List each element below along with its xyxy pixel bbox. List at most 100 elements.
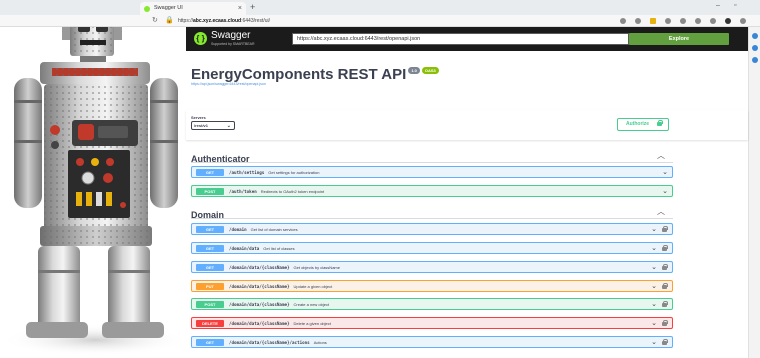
operation-summary: Create a new object bbox=[293, 302, 330, 307]
chevron-down-icon[interactable]: ⌄ bbox=[651, 318, 657, 329]
operation-summary: Redirects to OAuth2 token endpoint bbox=[260, 189, 325, 194]
operation-get-domain-data-class[interactable]: GET /domain/data/{className} Get objects … bbox=[191, 261, 673, 273]
operation-path-text: /auth/token bbox=[229, 189, 257, 194]
method-badge: GET bbox=[196, 226, 224, 233]
operation-summary: Get objects by className bbox=[293, 265, 340, 270]
collections-icon[interactable] bbox=[710, 18, 716, 24]
lock-icon[interactable] bbox=[662, 320, 668, 326]
operation-post-domain-data-class[interactable]: POST /domain/data/{className} Create a ne… bbox=[191, 298, 673, 310]
robot-photo bbox=[0, 0, 186, 358]
refresh-icon[interactable]: ↻ bbox=[152, 16, 158, 24]
operation-summary: Get settings for authorization bbox=[268, 170, 320, 175]
operation-delete-domain-data-class[interactable]: DELETE /domain/data/{className} Delete a … bbox=[191, 317, 673, 329]
swagger-favicon-icon bbox=[144, 5, 150, 12]
translate-icon[interactable] bbox=[635, 18, 641, 24]
url-prefix: https:// bbox=[178, 18, 194, 24]
chevron-down-icon[interactable]: ⌄ bbox=[662, 186, 668, 197]
operation-put-domain-data-class[interactable]: PUT /domain/data/{className} Update a giv… bbox=[191, 280, 673, 292]
operation-path-text: /domain/data/{className} bbox=[229, 321, 290, 326]
operation-get-domain-data[interactable]: GET /domain/data Get list of classes ⌄ bbox=[191, 242, 673, 254]
group-title: Authenticator bbox=[191, 154, 250, 164]
scheme-container: Servers /rest/v1 ⌄ Authorize bbox=[186, 110, 748, 140]
chevron-down-icon[interactable]: ⌄ bbox=[651, 243, 657, 254]
servers-label: Servers bbox=[191, 115, 206, 120]
operation-path: /domain/data Get list of classes bbox=[229, 243, 295, 254]
url-host: abc.xyz.ecaas.cloud bbox=[193, 18, 242, 24]
operation-path-text: /domain/data bbox=[229, 246, 260, 251]
chevron-down-icon[interactable]: ⌄ bbox=[651, 224, 657, 235]
method-badge: PUT bbox=[196, 283, 224, 290]
favorites-icon[interactable] bbox=[695, 18, 701, 24]
operation-get-auth-settings[interactable]: GET /auth/settings Get settings for autho… bbox=[191, 166, 673, 178]
operation-path-text: /domain/data/{className} bbox=[229, 265, 290, 270]
operation-post-auth-token[interactable]: POST /auth/token Redirects to OAuth2 toke… bbox=[191, 185, 673, 197]
spec-url-input[interactable]: https://abc.xyz.ecaas.cloud:6443/rest/op… bbox=[292, 33, 629, 45]
sidebar-app-icon[interactable] bbox=[752, 57, 758, 63]
lock-icon[interactable] bbox=[662, 264, 668, 270]
tab-close-icon[interactable]: × bbox=[238, 2, 242, 15]
operation-path-text: /auth/settings bbox=[229, 170, 265, 175]
operation-summary: Actions bbox=[313, 340, 327, 345]
chevron-down-icon[interactable]: ⌄ bbox=[651, 281, 657, 292]
extension-icon[interactable] bbox=[650, 18, 656, 24]
lock-icon[interactable]: 🔒 bbox=[165, 16, 174, 24]
browser-tab[interactable]: Swagger UI × bbox=[140, 2, 246, 15]
api-title: EnergyComponents REST API 1.0 OAS3 bbox=[191, 66, 439, 83]
group-authenticator[interactable]: Authenticator ︿ bbox=[191, 149, 673, 164]
operation-summary: Update a given object bbox=[293, 284, 333, 289]
url-field[interactable]: https://abc.xyz.ecaas.cloud:6443/rest/ui… bbox=[178, 17, 598, 26]
minimize-icon[interactable]: – bbox=[716, 2, 720, 9]
operation-path: /domain/data/{className} Delete a given o… bbox=[229, 318, 331, 329]
url-path: :6443/rest/ui/ bbox=[241, 18, 271, 24]
operation-path-text: /domain bbox=[229, 227, 247, 232]
read-aloud-icon[interactable] bbox=[620, 18, 626, 24]
explore-button[interactable]: Explore bbox=[629, 33, 729, 45]
operation-get-domain[interactable]: GET /domain Get list of domain services ⌄ bbox=[191, 223, 673, 235]
profile-icon[interactable] bbox=[725, 18, 731, 24]
method-badge: GET bbox=[196, 339, 224, 346]
operation-summary: Get list of domain services bbox=[250, 227, 298, 232]
oas-badge: OAS3 bbox=[421, 67, 439, 74]
swagger-brand: Swagger bbox=[211, 30, 251, 41]
chevron-down-icon[interactable]: ⌄ bbox=[651, 337, 657, 348]
more-menu-icon[interactable] bbox=[740, 18, 746, 24]
operation-path: /domain Get list of domain services bbox=[229, 224, 298, 235]
settings-icon[interactable] bbox=[665, 18, 671, 24]
restore-icon[interactable]: ▫ bbox=[734, 2, 736, 9]
chevron-down-icon[interactable]: ⌄ bbox=[651, 299, 657, 310]
chevron-down-icon[interactable]: ⌄ bbox=[662, 167, 668, 178]
sidebar-search-icon[interactable] bbox=[752, 33, 758, 39]
extensions-puzzle-icon[interactable] bbox=[680, 18, 686, 24]
swagger-brand-sub: Supported by SMARTBEAR bbox=[211, 42, 255, 46]
authorize-label: Authorize bbox=[626, 121, 650, 127]
operation-path: /domain/data/{className}/actions Actions bbox=[229, 337, 327, 348]
method-badge: POST bbox=[196, 188, 224, 195]
lock-icon[interactable] bbox=[662, 245, 668, 251]
operation-path: /auth/token Redirects to OAuth2 token end… bbox=[229, 186, 324, 197]
api-title-text: EnergyComponents REST API bbox=[191, 66, 407, 83]
operation-summary: Delete a given object bbox=[293, 321, 331, 326]
lock-icon[interactable] bbox=[662, 301, 668, 307]
operation-path-text: /domain/data/{className} bbox=[229, 302, 290, 307]
lock-icon[interactable] bbox=[662, 226, 668, 232]
method-badge: GET bbox=[196, 264, 224, 271]
operation-path: /domain/data/{className} Update a given o… bbox=[229, 281, 332, 292]
chevron-up-icon[interactable]: ︿ bbox=[657, 150, 665, 161]
operation-path: /auth/settings Get settings for authoriza… bbox=[229, 167, 319, 178]
spec-link[interactable]: https://api.json/swagger.6443/rest/opena… bbox=[191, 82, 266, 86]
chevron-down-icon[interactable]: ⌄ bbox=[651, 262, 657, 273]
method-badge: POST bbox=[196, 301, 224, 308]
sidebar-app-icon[interactable] bbox=[752, 45, 758, 51]
servers-select[interactable]: /rest/v1 ⌄ bbox=[191, 121, 235, 130]
tab-title: Swagger UI bbox=[154, 5, 183, 11]
group-domain[interactable]: Domain ︿ bbox=[191, 205, 673, 220]
operation-summary: Get list of classes bbox=[263, 246, 295, 251]
lock-icon[interactable] bbox=[662, 339, 668, 345]
lock-icon[interactable] bbox=[662, 283, 668, 289]
toolbar-icons bbox=[620, 17, 750, 26]
chevron-up-icon[interactable]: ︿ bbox=[657, 206, 665, 217]
new-tab-button[interactable]: + bbox=[250, 2, 255, 13]
operation-get-domain-actions[interactable]: GET /domain/data/{className}/actions Acti… bbox=[191, 336, 673, 348]
operation-path-text: /domain/data/{className}/actions bbox=[229, 340, 310, 345]
authorize-button[interactable]: Authorize bbox=[617, 118, 669, 131]
